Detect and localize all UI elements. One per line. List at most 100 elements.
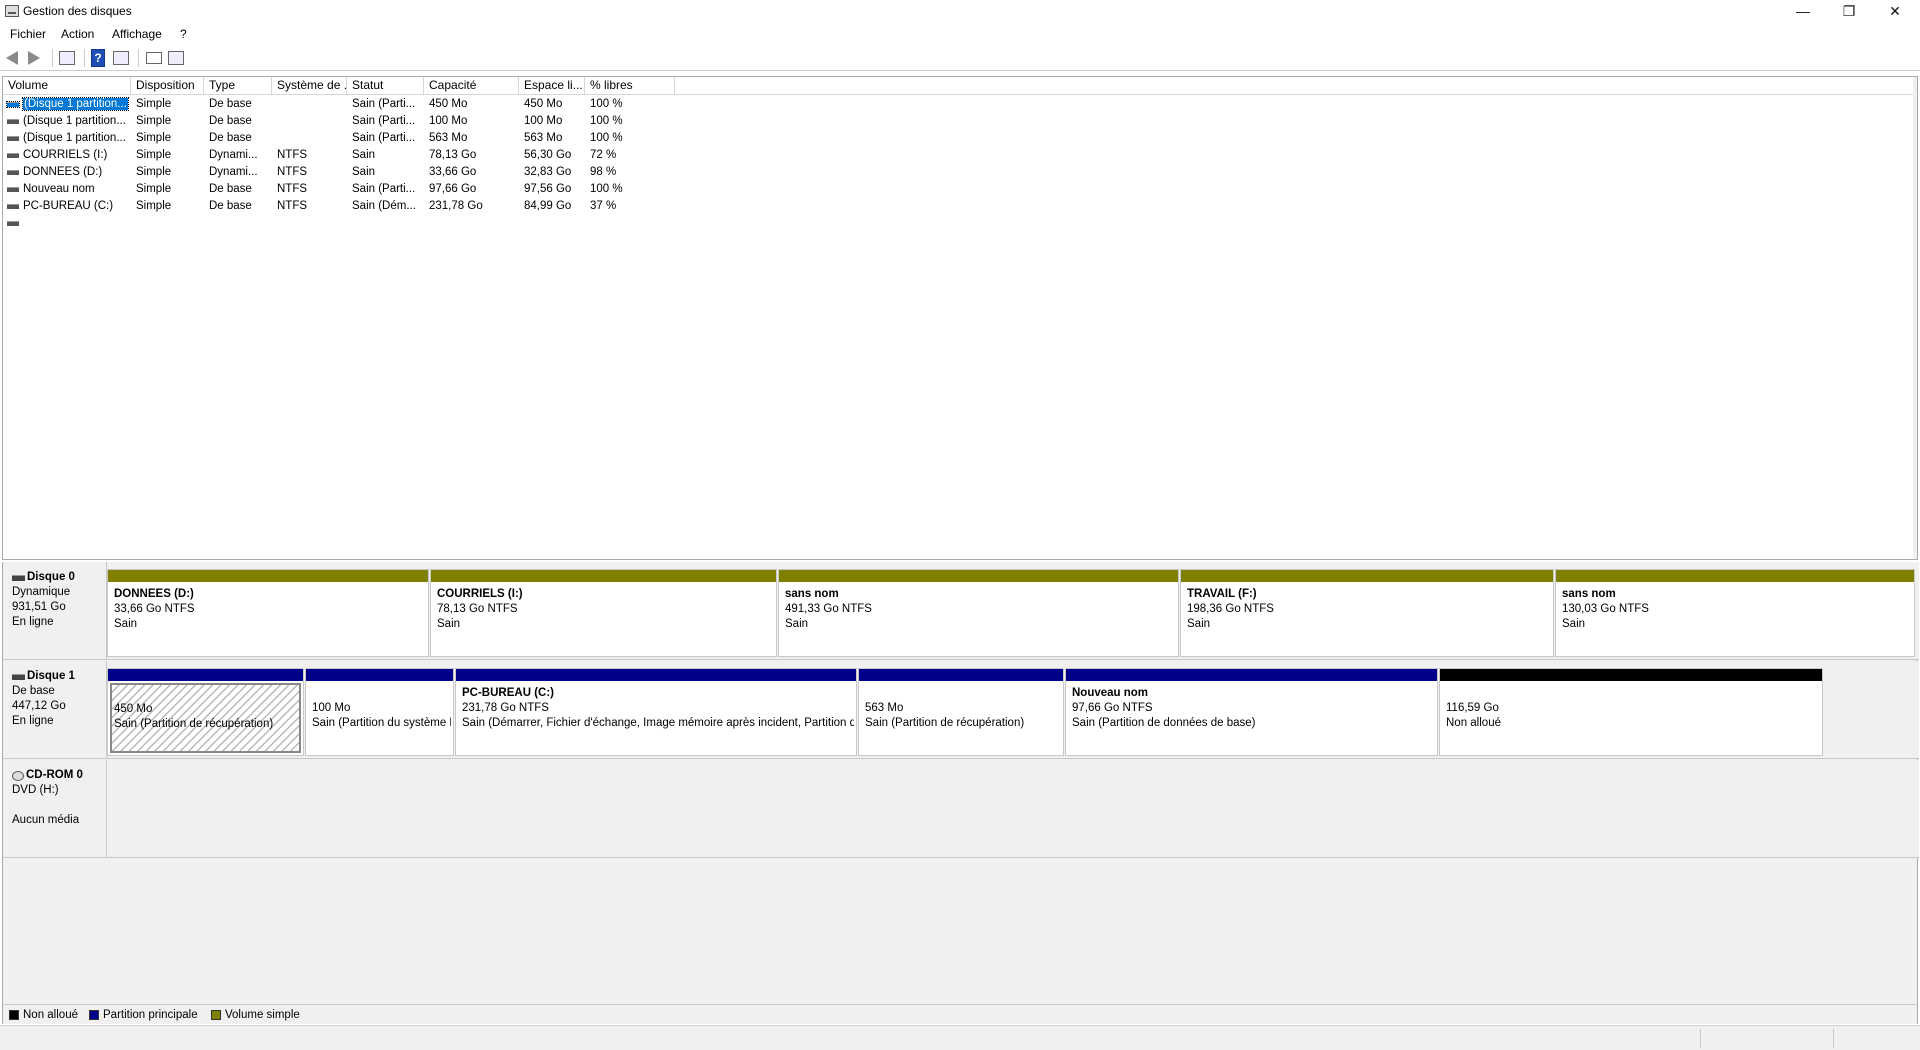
forward-arrow-icon[interactable] xyxy=(28,51,40,65)
disk-1-type: De base xyxy=(12,685,55,697)
col-filesystem[interactable]: Système de ... xyxy=(272,77,347,95)
restore-button[interactable]: ❐ xyxy=(1826,0,1872,24)
partition-efi[interactable]: 100 Mo Sain (Partition du système EFI) xyxy=(305,668,454,756)
cell-percent-free: 100 % xyxy=(590,132,623,144)
disk-0-row: Disque 0 Dynamique 931,51 Go En ligne DO… xyxy=(3,562,1919,660)
console-tree-icon[interactable] xyxy=(59,51,75,65)
table-row[interactable]: Nouveau nom Simple De base NTFS Sain (Parti.… xyxy=(3,181,1917,198)
partition-bar xyxy=(1556,570,1914,582)
cell-free-space: 97,56 Go xyxy=(524,183,572,195)
partition-size: 78,13 Go NTFS xyxy=(437,603,518,615)
partition-bar xyxy=(859,669,1063,681)
toolbar-separator xyxy=(138,49,139,67)
legend-label: Volume simple xyxy=(225,1009,300,1021)
vertical-scrollbar[interactable] xyxy=(1913,77,1917,559)
cdrom-0-media-area[interactable] xyxy=(108,760,1919,857)
partition-travail[interactable]: TRAVAIL (F:) 198,36 Go NTFS Sain xyxy=(1180,569,1554,657)
cell-volume: COURRIELS (I:) xyxy=(3,147,131,164)
disk-0-label[interactable]: Disque 0 Dynamique 931,51 Go En ligne xyxy=(3,562,107,659)
disk-0-type: Dynamique xyxy=(12,586,71,598)
cdrom-0-row: CD-ROM 0 DVD (H:) Aucun média xyxy=(3,760,1919,858)
cell-status: Sain (Parti... xyxy=(352,132,416,144)
table-row[interactable]: PC-BUREAU (C:) Simple De base NTFS Sain (Dém… xyxy=(3,198,1917,215)
cell-free-space: 100 Mo xyxy=(524,115,563,127)
legend-label: Partition principale xyxy=(103,1009,198,1021)
minimize-button[interactable]: — xyxy=(1780,0,1826,24)
col-disposition[interactable]: Disposition xyxy=(131,77,204,95)
list-view-icon[interactable] xyxy=(168,51,184,65)
cdrom-0-name-line: CD-ROM 0 xyxy=(12,768,106,783)
partition-info: 116,59 Go Non alloué xyxy=(1444,684,1820,753)
col-status[interactable]: Statut xyxy=(347,77,424,95)
cell-capacity: 450 Mo xyxy=(429,98,468,110)
status-separator xyxy=(1700,1029,1701,1048)
legend-unallocated: Non alloué xyxy=(9,1009,78,1021)
cell-volume: Nouveau nom xyxy=(3,181,131,198)
partition-courriels[interactable]: COURRIELS (I:) 78,13 Go NTFS Sain xyxy=(430,569,777,657)
cell-free-space: 450 Mo xyxy=(524,98,563,110)
volume-name: (Disque 1 partition... xyxy=(22,97,129,111)
partition-info: COURRIELS (I:) 78,13 Go NTFS Sain xyxy=(435,585,774,654)
partition-nouveau-nom[interactable]: Nouveau nom 97,66 Go NTFS Sain (Partitio… xyxy=(1065,668,1438,756)
properties-icon[interactable] xyxy=(113,51,129,65)
partition-info: 100 Mo Sain (Partition du système EFI) xyxy=(310,684,451,753)
volume-icon xyxy=(6,101,20,108)
unallocated-space[interactable]: 116,59 Go Non alloué xyxy=(1439,668,1823,756)
partition-recovery-2[interactable]: 563 Mo Sain (Partition de récupération) xyxy=(858,668,1064,756)
table-row[interactable]: DONNEES (D:) Simple Dynami... NTFS Sain 33,66… xyxy=(3,164,1917,181)
table-row[interactable] xyxy=(3,215,1917,232)
disk-1-label[interactable]: Disque 1 De base 447,12 Go En ligne xyxy=(3,661,107,758)
partition-bar xyxy=(431,570,776,582)
col-capacity[interactable]: Capacité xyxy=(424,77,519,95)
partition-sans-nom-2[interactable]: sans nom 130,03 Go NTFS Sain xyxy=(1555,569,1915,657)
legend-label: Non alloué xyxy=(23,1009,78,1021)
menu-fichier[interactable]: Fichier xyxy=(10,27,46,41)
partition-sans-nom-1[interactable]: sans nom 491,33 Go NTFS Sain xyxy=(778,569,1179,657)
rescan-icon[interactable] xyxy=(146,52,162,64)
col-percent-free[interactable]: % libres xyxy=(585,77,675,95)
table-row[interactable]: (Disque 1 partition... Simple De base Sain … xyxy=(3,96,1917,113)
col-volume[interactable]: Volume xyxy=(3,77,131,95)
partition-status: Sain xyxy=(114,618,138,630)
volume-table-header: Volume Disposition Type Système de ... S… xyxy=(3,77,1917,95)
disk-1-size: 447,12 Go xyxy=(12,700,66,712)
status-separator xyxy=(1833,1029,1834,1048)
cell-percent-free: 72 % xyxy=(590,149,617,161)
partition-size: 563 Mo xyxy=(865,702,904,714)
partition-status: Sain (Partition du système EFI) xyxy=(312,717,451,729)
partition-bar xyxy=(1181,570,1553,582)
cell-volume xyxy=(3,215,131,232)
back-arrow-icon[interactable] xyxy=(6,51,18,65)
cell-free-space: 56,30 Go xyxy=(524,149,572,161)
close-button[interactable]: ✕ xyxy=(1872,0,1918,24)
partition-donnees[interactable]: DONNEES (D:) 33,66 Go NTFS Sain xyxy=(107,569,429,657)
cell-filesystem: NTFS xyxy=(277,166,308,178)
partition-status: Non alloué xyxy=(1446,717,1501,729)
cell-capacity: 97,66 Go xyxy=(429,183,477,195)
legend-simple-volume: Volume simple xyxy=(211,1009,300,1021)
partition-bar xyxy=(779,570,1178,582)
partition-name: sans nom xyxy=(785,588,839,600)
col-free-space[interactable]: Espace li... xyxy=(519,77,585,95)
cd-rom-icon xyxy=(12,770,24,781)
legend-primary-partition: Partition principale xyxy=(89,1009,198,1021)
cell-disposition: Simple xyxy=(136,183,172,195)
volume-icon xyxy=(7,187,19,192)
col-type[interactable]: Type xyxy=(204,77,272,95)
partition-recovery-1[interactable]: 450 Mo Sain (Partition de récupération) xyxy=(107,668,304,756)
table-row[interactable]: (Disque 1 partition... Simple De base Sain … xyxy=(3,130,1917,147)
disk-0-name: Disque 0 xyxy=(27,571,75,583)
menu-affichage[interactable]: Affichage xyxy=(112,27,162,41)
cell-disposition: Simple xyxy=(136,166,172,178)
partition-pc-bureau[interactable]: PC-BUREAU (C:) 231,78 Go NTFS Sain (Déma… xyxy=(455,668,857,756)
partition-size: 130,03 Go NTFS xyxy=(1562,603,1649,615)
cell-free-space xyxy=(519,215,585,232)
table-row[interactable]: COURRIELS (I:) Simple Dynami... NTFS Sain 78,… xyxy=(3,147,1917,164)
volume-list: Volume Disposition Type Système de ... S… xyxy=(2,76,1918,560)
menu-help[interactable]: ? xyxy=(180,27,187,41)
table-row[interactable]: (Disque 1 partition... Simple De base Sain … xyxy=(3,113,1917,130)
help-icon[interactable]: ? xyxy=(91,49,105,67)
cdrom-0-label[interactable]: CD-ROM 0 DVD (H:) Aucun média xyxy=(3,760,107,857)
menu-action[interactable]: Action xyxy=(61,27,94,41)
cell-percent-free: 37 % xyxy=(590,200,617,212)
